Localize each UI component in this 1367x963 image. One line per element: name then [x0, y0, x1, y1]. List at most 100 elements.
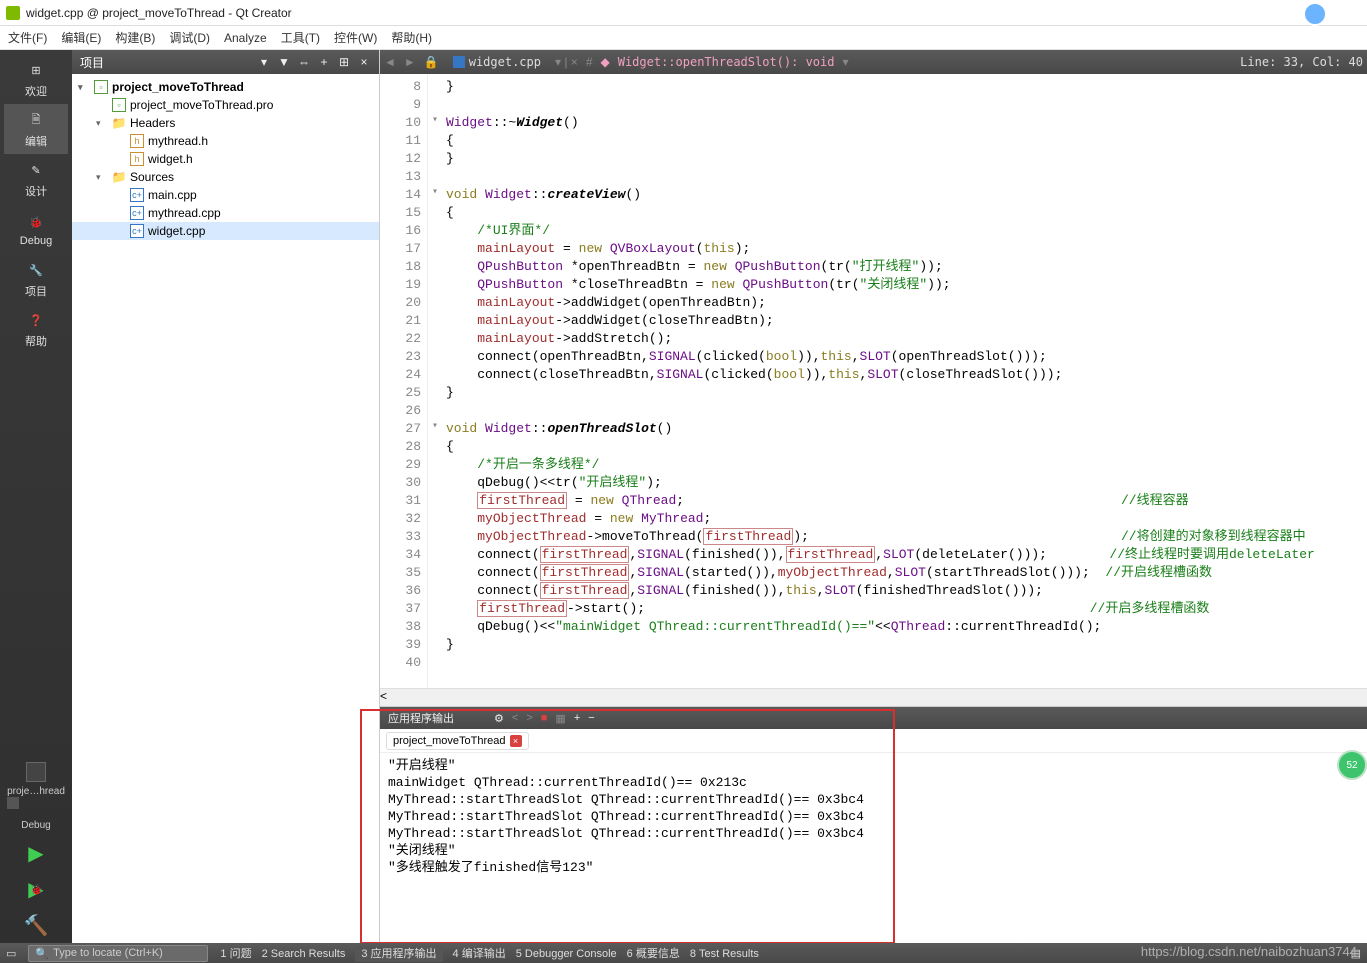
- output-line: MyThread::startThreadSlot QThread::curre…: [388, 825, 1359, 842]
- filter-icon[interactable]: ▼: [277, 55, 291, 69]
- watermark: https://blog.csdn.net/naibozhuan3744: [1141, 944, 1357, 959]
- editor-tab[interactable]: widget.cpp: [447, 55, 547, 69]
- back-icon[interactable]: ◄: [384, 55, 396, 69]
- tree-item[interactable]: hmythread.h: [72, 132, 379, 150]
- minus-icon[interactable]: −: [588, 712, 594, 725]
- breadcrumb[interactable]: Widget::openThreadSlot(): void: [618, 55, 835, 69]
- chevron-icon[interactable]: ▾: [96, 172, 108, 183]
- output-line: mainWidget QThread::currentThreadId()== …: [388, 774, 1359, 791]
- output-line: "多线程触发了finished信号123": [388, 859, 1359, 876]
- close-tab-icon[interactable]: ×: [510, 735, 522, 747]
- status-panel-6[interactable]: 8 Test Results: [690, 948, 759, 960]
- app-icon: [6, 6, 20, 20]
- user-icon[interactable]: [1303, 2, 1327, 26]
- close-icon[interactable]: ×: [357, 55, 371, 69]
- sidebar-header: 项目 ▾ ▼ ⇔ + ⊞ ×: [72, 50, 379, 74]
- mode-帮助[interactable]: ❓帮助: [4, 304, 68, 354]
- output-line: "关闭线程": [388, 842, 1359, 859]
- status-panel-0[interactable]: 1 问题: [220, 948, 251, 960]
- status-panel-5[interactable]: 6 概要信息: [627, 948, 680, 960]
- tree-item[interactable]: ▾📁Sources: [72, 168, 379, 186]
- add-icon[interactable]: +: [317, 55, 331, 69]
- code-lines[interactable]: }Widget::~Widget(){}void Widget::createV…: [442, 74, 1367, 688]
- filter-output-icon[interactable]: ⚙: [494, 712, 504, 725]
- menu-item[interactable]: 调试(D): [169, 29, 210, 46]
- edit-icon: 🗎: [25, 109, 47, 131]
- output-tabs: project_moveToThread ×: [380, 729, 1367, 753]
- tree-label: main.cpp: [148, 188, 197, 202]
- locator-input[interactable]: 🔍 Type to locate (Ctrl+K): [28, 945, 208, 962]
- tree-label: project_moveToThread.pro: [130, 98, 273, 112]
- output-panel: 应用程序输出 ⚙ < > ■ ▦ + − projec: [380, 706, 1367, 943]
- clear-icon[interactable]: ▦: [555, 712, 565, 725]
- title-bar: widget.cpp @ project_moveToThread - Qt C…: [0, 0, 1367, 26]
- mode-项目[interactable]: 🔧项目: [4, 254, 68, 304]
- status-panel-1[interactable]: 2 Search Results: [262, 948, 346, 960]
- fold-gutter[interactable]: ▾▾▾: [428, 74, 442, 688]
- tree-item[interactable]: c+mythread.cpp: [72, 204, 379, 222]
- mode-编辑[interactable]: 🗎编辑: [4, 104, 68, 154]
- tree-item[interactable]: hwidget.h: [72, 150, 379, 168]
- menu-item[interactable]: 帮助(H): [391, 29, 432, 46]
- forward-icon[interactable]: ►: [404, 55, 416, 69]
- tree-label: Sources: [130, 170, 174, 184]
- window-title: widget.cpp @ project_moveToThread - Qt C…: [26, 6, 292, 20]
- menu-item[interactable]: 工具(T): [281, 29, 320, 46]
- wrench-icon: 🔧: [25, 259, 47, 281]
- chevron-icon[interactable]: ▾: [78, 82, 90, 93]
- pane-toggle-icon[interactable]: ▭: [6, 947, 16, 960]
- tree-item[interactable]: ▾📁Headers: [72, 114, 379, 132]
- mode-欢迎[interactable]: ⊞欢迎: [4, 54, 68, 104]
- menu-item[interactable]: 构建(B): [115, 29, 155, 46]
- line-gutter: 8910111213141516171819202122232425262728…: [380, 74, 428, 688]
- tree-label: mythread.cpp: [148, 206, 221, 220]
- output-tab[interactable]: project_moveToThread ×: [386, 732, 529, 750]
- pencil-icon: ✎: [25, 159, 47, 181]
- lock-icon[interactable]: 🔒: [424, 55, 439, 69]
- chevron-icon[interactable]: ▾: [96, 118, 108, 129]
- tree-item[interactable]: ▫project_moveToThread.pro: [72, 96, 379, 114]
- h-scrollbar[interactable]: <: [380, 688, 1367, 706]
- tree-label: Headers: [130, 116, 175, 130]
- menu-bar: 文件(F) 编辑(E) 构建(B) 调试(D) Analyze 工具(T) 控件(W) 帮助(…: [0, 26, 1367, 50]
- tree-label: mythread.h: [148, 134, 208, 148]
- code-editor[interactable]: 8910111213141516171819202122232425262728…: [380, 74, 1367, 688]
- stop-icon[interactable]: ■: [541, 712, 548, 725]
- sidebar-title: 项目: [80, 54, 251, 71]
- link-icon[interactable]: ⇔: [297, 55, 311, 69]
- menu-item[interactable]: Analyze: [224, 31, 267, 45]
- tree-item[interactable]: c+main.cpp: [72, 186, 379, 204]
- run-config[interactable]: proje…hreadDebug: [3, 758, 69, 835]
- mode-Debug[interactable]: 🐞Debug: [4, 204, 68, 254]
- status-panel-4[interactable]: 5 Debugger Console: [516, 948, 617, 960]
- output-line: MyThread::startThreadSlot QThread::curre…: [388, 791, 1359, 808]
- dropdown-icon[interactable]: ▾: [257, 55, 271, 69]
- output-tab-label: project_moveToThread: [393, 735, 506, 747]
- debug-run-button[interactable]: ▶🐞: [19, 875, 53, 903]
- mode-toolbar: ⊞欢迎🗎编辑✎设计🐞Debug🔧项目❓帮助 proje…hreadDebug ▶ ▶🐞…: [0, 50, 72, 943]
- prev-icon[interactable]: <: [512, 712, 518, 725]
- output-body[interactable]: "开启线程"mainWidget QThread::currentThreadI…: [380, 753, 1367, 943]
- tree-item[interactable]: ▾▫project_moveToThread: [72, 78, 379, 96]
- tree-label: widget.cpp: [148, 224, 205, 238]
- status-panel-3[interactable]: 4 编译输出: [453, 948, 506, 960]
- menu-item[interactable]: 文件(F): [8, 29, 47, 46]
- mode-设计[interactable]: ✎设计: [4, 154, 68, 204]
- locator-placeholder: Type to locate (Ctrl+K): [53, 947, 163, 959]
- run-button[interactable]: ▶: [19, 839, 53, 867]
- build-button[interactable]: 🔨: [19, 911, 53, 939]
- status-panel-2[interactable]: 3 应用程序输出: [355, 946, 442, 962]
- plus-icon[interactable]: +: [574, 712, 580, 725]
- menu-item[interactable]: 编辑(E): [61, 29, 101, 46]
- menu-item[interactable]: 控件(W): [334, 29, 377, 46]
- editor-area: ◄ ► 🔒 widget.cpp ▾ | × # ◆ Widget::openT…: [380, 50, 1367, 943]
- output-line: MyThread::startThreadSlot QThread::curre…: [388, 808, 1359, 825]
- tree-item[interactable]: c+widget.cpp: [72, 222, 379, 240]
- search-icon: 🔍: [35, 947, 49, 960]
- project-sidebar: 项目 ▾ ▼ ⇔ + ⊞ × ▾▫project_moveToThread▫pr…: [72, 50, 380, 943]
- output-header: 应用程序输出 ⚙ < > ■ ▦ + −: [380, 707, 1367, 729]
- split-icon[interactable]: ⊞: [337, 55, 351, 69]
- next-icon[interactable]: >: [526, 712, 532, 725]
- output-title: 应用程序输出: [388, 710, 454, 726]
- help-icon: ❓: [25, 309, 47, 331]
